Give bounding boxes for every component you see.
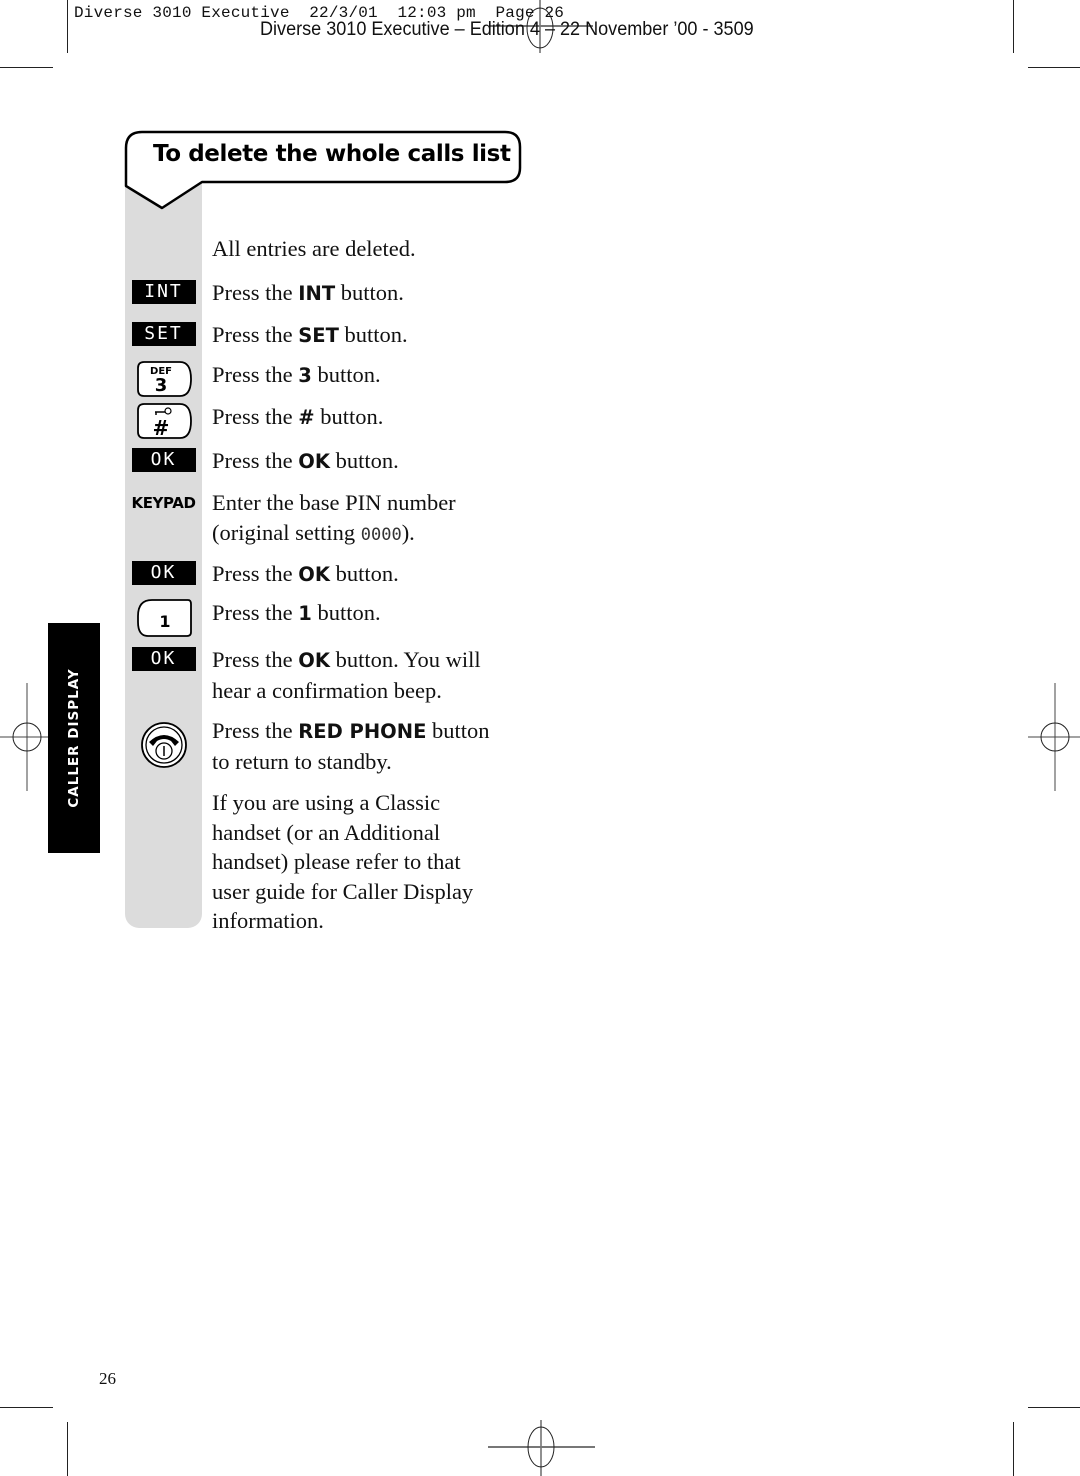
key-3-icon: DEF 3 — [136, 361, 192, 397]
step-text: Press the SET button. — [212, 322, 408, 347]
edition-line: Diverse 3010 Executive – Edition 4 – 22 … — [260, 19, 754, 40]
side-tab-label: CALLER DISPLAY — [66, 668, 82, 808]
section-banner — [124, 130, 522, 210]
step-text: Press the OK button. — [212, 448, 399, 473]
ok-key-icon: OK — [131, 561, 196, 585]
int-key-icon: INT — [131, 280, 196, 304]
key-3-label: 3 — [154, 375, 167, 396]
crop-mark — [1013, 0, 1014, 53]
crop-mark — [1028, 1407, 1080, 1408]
crop-mark — [0, 67, 53, 68]
step-text: Press the 3 button. — [212, 362, 381, 387]
set-key-icon: SET — [131, 322, 196, 346]
step-text: Press the INT button. — [212, 280, 404, 305]
step-text: Enter the base PIN number (original sett… — [212, 490, 456, 545]
ok-key-icon: OK — [131, 448, 196, 472]
pin-value: 0000 — [360, 524, 402, 545]
ok-key-icon: OK — [131, 647, 196, 671]
registration-mark-bottom — [488, 1420, 595, 1476]
step-text: Press the 1 button. — [212, 600, 381, 625]
registration-mark-right — [1028, 683, 1080, 791]
key-1-icon: 1 — [136, 599, 192, 637]
key-hash-icon: # — [136, 403, 192, 440]
red-phone-icon — [140, 722, 187, 768]
section-title: To delete the whole calls list — [153, 141, 511, 167]
step-text: Press the OK button. You will hear a con… — [212, 647, 481, 703]
caller-display-tab: CALLER DISPLAY — [48, 623, 100, 853]
note-text: If you are using a Classic handset (or a… — [212, 790, 474, 933]
key-1-label: 1 — [159, 612, 170, 631]
step-text: Press the # button. — [212, 404, 384, 429]
step-text: All entries are deleted. — [212, 236, 416, 261]
page-number: 26 — [99, 1369, 116, 1388]
step-text: Press the OK button. — [212, 561, 399, 586]
key-hash-label: # — [152, 416, 169, 440]
crop-mark — [0, 1407, 53, 1408]
keypad-label: KEYPAD — [131, 494, 196, 512]
crop-mark — [1013, 1422, 1014, 1476]
step-text: Press the RED PHONE button to return to … — [212, 718, 490, 774]
crop-mark — [1028, 67, 1080, 68]
crop-mark — [67, 1422, 68, 1476]
crop-mark — [67, 0, 68, 53]
